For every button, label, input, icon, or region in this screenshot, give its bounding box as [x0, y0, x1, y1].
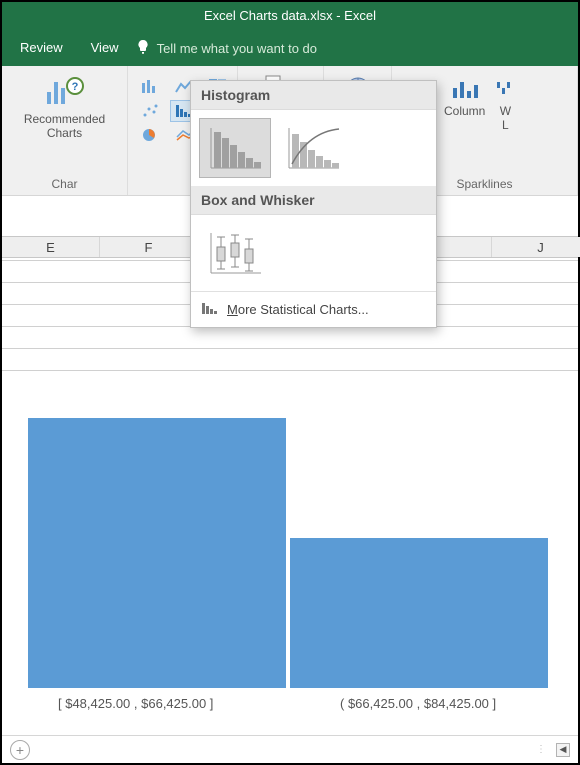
chart-category-2: ( $66,425.00 , $84,425.00 ] — [340, 696, 496, 711]
pareto-chart-option[interactable] — [277, 118, 349, 178]
svg-text:?: ? — [71, 81, 78, 93]
lightbulb-icon — [135, 39, 151, 58]
sparkline-winloss-button[interactable]: WL — [493, 76, 517, 135]
tab-view[interactable]: View — [77, 34, 133, 63]
sparkline-winloss-label: WL — [500, 105, 511, 133]
recommended-charts-icon: ? — [45, 74, 85, 111]
chart-bar-2 — [290, 538, 548, 688]
more-statistical-label: More Statistical Charts... — [227, 302, 369, 317]
sparklines-group-label: Sparklines — [456, 177, 512, 193]
statistical-charts-dropdown: Histogram — [190, 80, 437, 328]
sparkline-column-button[interactable]: Column — [440, 76, 489, 135]
histogram-chart-option[interactable] — [199, 118, 271, 178]
box-whisker-options-row — [191, 215, 436, 291]
col-header-f[interactable]: F — [100, 237, 198, 257]
horizontal-scrollbar[interactable]: ⋮ ◀ — [536, 743, 570, 757]
plus-icon: + — [16, 742, 24, 758]
box-whisker-chart-option[interactable] — [199, 223, 271, 283]
scroll-left-button[interactable]: ◀ — [556, 743, 570, 757]
tell-me-placeholder: Tell me what you want to do — [157, 41, 317, 56]
title-bar: Excel Charts data.xlsx - Excel — [2, 2, 578, 30]
more-statistical-charts-button[interactable]: More Statistical Charts... — [191, 291, 436, 327]
histogram-icon — [201, 300, 219, 319]
ribbon-tabs: Review View Tell me what you want to do — [2, 30, 578, 66]
grip-icon: ⋮ — [536, 744, 548, 755]
chart-category-1: [ $48,425.00 , $66,425.00 ] — [58, 696, 213, 711]
recommended-charts-button[interactable]: ? Recommended Charts — [18, 72, 111, 143]
chart-bar-1 — [28, 418, 286, 688]
sparkline-column-label: Column — [444, 105, 485, 119]
tab-review[interactable]: Review — [6, 34, 77, 63]
insert-pie-button[interactable] — [136, 124, 164, 146]
recommended-charts-label: Recommended Charts — [24, 113, 105, 141]
col-header-j[interactable]: J — [492, 237, 580, 257]
histogram-options-row — [191, 110, 436, 186]
insert-scatter-button[interactable] — [136, 100, 164, 122]
insert-bar-chart-button[interactable] — [136, 76, 164, 98]
box-whisker-section-header: Box and Whisker — [191, 186, 436, 215]
new-sheet-button[interactable]: + — [10, 740, 30, 760]
worksheet-area[interactable]: [ $48,425.00 , $66,425.00 ] ( $66,425.00… — [2, 260, 578, 733]
histogram-section-header: Histogram — [191, 81, 436, 110]
tell-me-search[interactable]: Tell me what you want to do — [135, 39, 317, 58]
window-title: Excel Charts data.xlsx - Excel — [204, 8, 376, 23]
ribbon-group-charts: ? Recommended Charts Char — [2, 66, 128, 195]
sparkline-winloss-icon — [495, 78, 515, 103]
charts-group-label: Char — [51, 177, 77, 193]
sparkline-column-icon — [451, 78, 479, 103]
col-header-e[interactable]: E — [2, 237, 100, 257]
status-bar: + ⋮ ◀ — [2, 735, 578, 763]
